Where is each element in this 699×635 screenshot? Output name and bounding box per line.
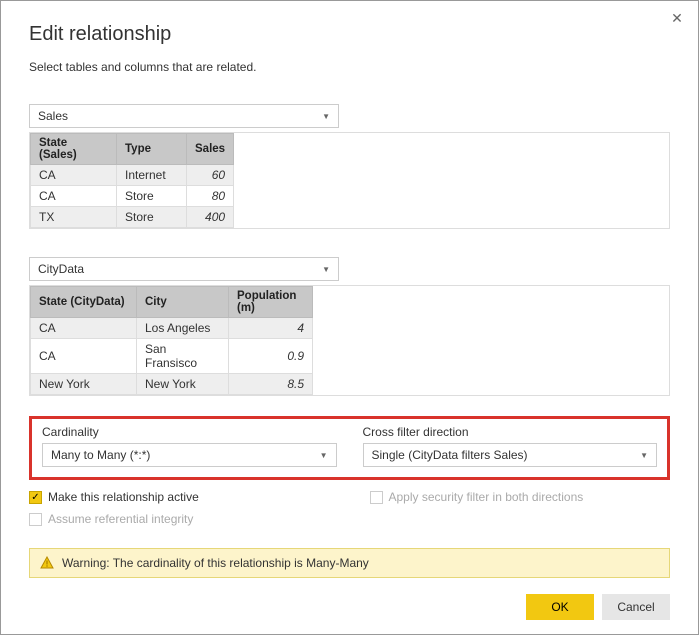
cell: New York <box>31 374 137 395</box>
table-header-row: State (CityData) City Population (m) <box>31 287 313 318</box>
checkbox-icon <box>29 513 42 526</box>
cell: 0.9 <box>229 339 313 374</box>
checkbox-label: Apply security filter in both directions <box>389 490 584 504</box>
make-active-checkbox[interactable]: ✓ Make this relationship active <box>29 490 330 504</box>
table-header-row: State (Sales) Type Sales <box>31 134 234 165</box>
cell: 4 <box>229 318 313 339</box>
table-row[interactable]: CA San Fransisco 0.9 <box>31 339 313 374</box>
cell: Los Angeles <box>137 318 229 339</box>
cell: 80 <box>187 186 234 207</box>
col-header: State (Sales) <box>31 134 117 165</box>
table1-dropdown-value: Sales <box>38 109 68 123</box>
table2-grid: State (CityData) City Population (m) CA … <box>30 286 313 395</box>
cell: Store <box>117 207 187 228</box>
cell: CA <box>31 186 117 207</box>
table1-preview: State (Sales) Type Sales CA Internet 60 … <box>29 132 670 229</box>
close-button[interactable]: ✕ <box>668 9 686 27</box>
crossfilter-dropdown[interactable]: Single (CityData filters Sales) ▼ <box>363 443 658 467</box>
cell: TX <box>31 207 117 228</box>
checkbox-label: Assume referential integrity <box>48 512 193 526</box>
crossfilter-value: Single (CityData filters Sales) <box>372 448 528 462</box>
table-row[interactable]: CA Store 80 <box>31 186 234 207</box>
col-header: Type <box>117 134 187 165</box>
col-header: Population (m) <box>229 287 313 318</box>
crossfilter-label: Cross filter direction <box>363 425 658 439</box>
warning-banner: Warning: The cardinality of this relatio… <box>29 548 670 578</box>
table-row[interactable]: CA Los Angeles 4 <box>31 318 313 339</box>
dialog-title: Edit relationship <box>29 23 670 46</box>
checkbox-icon: ✓ <box>29 491 42 504</box>
dialog-subtitle: Select tables and columns that are relat… <box>29 60 670 74</box>
table1-dropdown[interactable]: Sales ▼ <box>29 104 339 128</box>
chevron-down-icon: ▼ <box>322 112 330 121</box>
warning-icon <box>40 556 54 570</box>
checkbox-label: Make this relationship active <box>48 490 199 504</box>
cell: 8.5 <box>229 374 313 395</box>
table-row[interactable]: TX Store 400 <box>31 207 234 228</box>
cell: 400 <box>187 207 234 228</box>
table-row[interactable]: New York New York 8.5 <box>31 374 313 395</box>
cancel-button[interactable]: Cancel <box>602 594 670 620</box>
chevron-down-icon: ▼ <box>320 451 328 460</box>
cardinality-label: Cardinality <box>42 425 337 439</box>
cell: San Fransisco <box>137 339 229 374</box>
chevron-down-icon: ▼ <box>640 451 648 460</box>
options-row: ✓ Make this relationship active Assume r… <box>29 490 670 534</box>
table-row[interactable]: CA Internet 60 <box>31 165 234 186</box>
table2-dropdown-value: CityData <box>38 262 84 276</box>
cardinality-dropdown[interactable]: Many to Many (*:*) ▼ <box>42 443 337 467</box>
cardinality-value: Many to Many (*:*) <box>51 448 150 462</box>
cell: 60 <box>187 165 234 186</box>
close-icon: ✕ <box>671 10 683 26</box>
cardinality-crossfilter-section: Cardinality Many to Many (*:*) ▼ Cross f… <box>29 416 670 480</box>
col-header: City <box>137 287 229 318</box>
col-header: State (CityData) <box>31 287 137 318</box>
cell: Internet <box>117 165 187 186</box>
cell: CA <box>31 318 137 339</box>
dialog-footer: OK Cancel <box>526 594 670 620</box>
warning-text: Warning: The cardinality of this relatio… <box>62 556 369 570</box>
cell: Store <box>117 186 187 207</box>
table2-dropdown[interactable]: CityData ▼ <box>29 257 339 281</box>
edit-relationship-dialog: ✕ Edit relationship Select tables and co… <box>0 0 699 635</box>
table1-grid: State (Sales) Type Sales CA Internet 60 … <box>30 133 234 228</box>
cell: New York <box>137 374 229 395</box>
cell: CA <box>31 339 137 374</box>
col-header: Sales <box>187 134 234 165</box>
referential-integrity-checkbox: Assume referential integrity <box>29 512 330 526</box>
chevron-down-icon: ▼ <box>322 265 330 274</box>
ok-button[interactable]: OK <box>526 594 594 620</box>
security-filter-checkbox: Apply security filter in both directions <box>370 490 671 504</box>
checkbox-icon <box>370 491 383 504</box>
table2-preview: State (CityData) City Population (m) CA … <box>29 285 670 396</box>
cell: CA <box>31 165 117 186</box>
